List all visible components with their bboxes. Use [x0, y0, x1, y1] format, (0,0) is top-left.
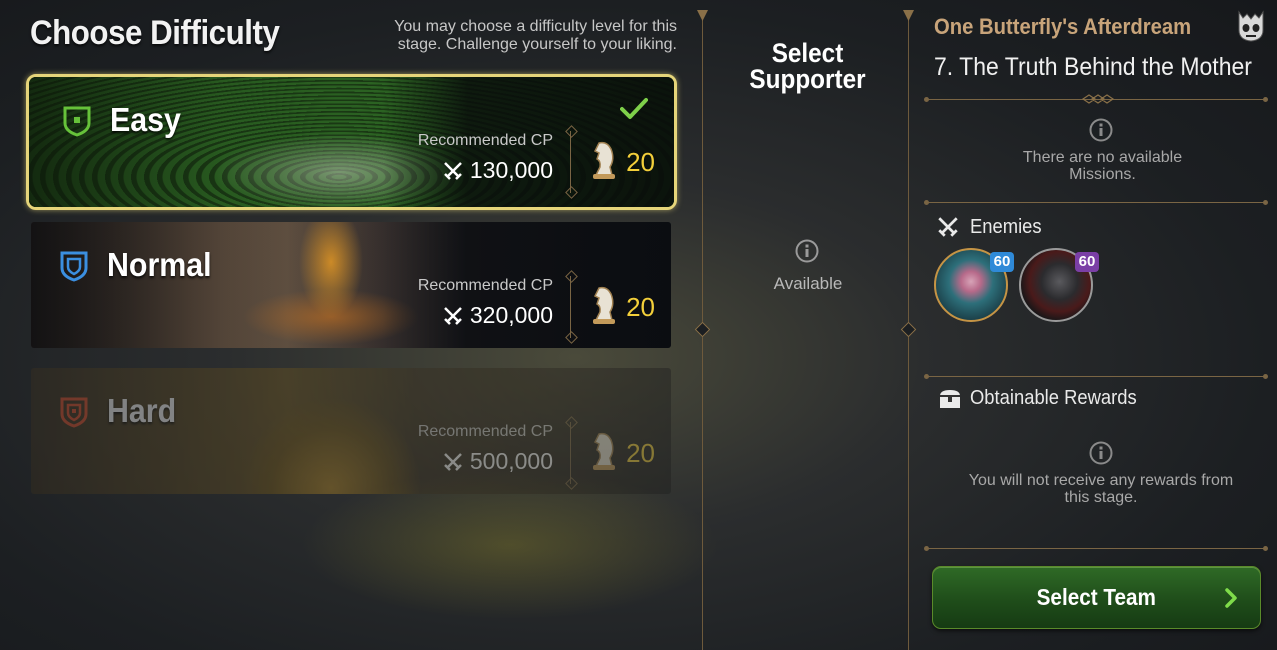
story-title: One Butterfly's Afterdream [934, 14, 1192, 39]
section-divider [924, 94, 1268, 104]
cp-number: 320,000 [469, 302, 553, 328]
skull-icon[interactable] [1233, 8, 1269, 44]
stamina-cost: 20 [626, 147, 655, 177]
select-team-button[interactable]: Select Team [932, 566, 1261, 629]
divider-ornament-icon [1081, 94, 1115, 104]
rewards-label: Obtainable Rewards [970, 387, 1137, 409]
section-divider [924, 546, 1268, 551]
chevron-right-icon [1225, 588, 1237, 608]
info-icon [795, 239, 819, 263]
crossed-swords-icon [443, 306, 462, 325]
page-title: Choose Difficulty [30, 14, 280, 52]
separator-cap-icon [697, 10, 708, 21]
recommended-cp-label: Recommended CP [417, 132, 553, 149]
recommended-cp-label: Recommended CP [417, 423, 553, 440]
recommended-cp-value: 500,000 [442, 448, 553, 475]
chess-knight-stamina-icon [593, 286, 615, 324]
stamina-cost: 20 [626, 292, 655, 322]
missions-empty-text: There are no available Missions. [1022, 149, 1183, 183]
card-background-gears [31, 368, 671, 494]
page-subtitle: You may choose a difficulty level for th… [394, 18, 677, 53]
difficulty-name: Easy [110, 101, 181, 138]
divider [570, 276, 571, 338]
divider [570, 422, 571, 484]
enemies-header: Enemies [936, 215, 1048, 239]
checkmark-icon [620, 98, 648, 119]
shield-easy-icon [63, 106, 91, 137]
difficulty-name: Normal [107, 246, 212, 283]
separator-cap-icon [903, 10, 914, 21]
stage-title: 7. The Truth Behind the Mother [934, 53, 1252, 81]
crossed-swords-icon [938, 217, 958, 237]
info-icon [1089, 441, 1113, 465]
select-supporter-title[interactable]: Select Supporter [742, 40, 873, 93]
enemy-portrait[interactable]: 60 [1019, 248, 1099, 322]
rewards-header: Obtainable Rewards [938, 387, 1151, 410]
enemy-level-badge: 60 [990, 252, 1014, 272]
rewards-empty-text: You will not receive any rewards from th… [968, 472, 1234, 506]
treasure-chest-icon [940, 389, 960, 408]
separator-diamond [694, 321, 711, 338]
divider [570, 131, 571, 193]
recommended-cp-label: Recommended CP [417, 277, 553, 294]
difficulty-card-easy[interactable]: Easy Recommended CP 130,000 20 [26, 74, 677, 210]
crossed-swords-icon [443, 161, 462, 180]
enemies-label: Enemies [970, 215, 1042, 238]
crossed-swords-icon [443, 452, 462, 471]
chess-knight-stamina-icon [593, 432, 615, 470]
recommended-cp-value: 320,000 [442, 302, 553, 329]
separator-diamond [900, 321, 917, 338]
enemy-portrait[interactable]: 60 [934, 248, 1014, 322]
select-team-label: Select Team [1036, 584, 1157, 610]
column-separator-right [900, 10, 917, 650]
cp-number: 130,000 [469, 157, 553, 183]
difficulty-name: Hard [107, 392, 177, 429]
difficulty-card-hard[interactable]: Hard Recommended CP 500,000 20 [31, 368, 671, 494]
difficulty-card-normal[interactable]: Normal Recommended CP 320,000 20 [31, 222, 671, 348]
supporter-status: Available [773, 274, 843, 293]
section-divider [924, 374, 1268, 379]
cp-number: 500,000 [469, 448, 553, 474]
section-divider [924, 200, 1268, 205]
chess-knight-stamina-icon [593, 141, 615, 179]
stamina-cost: 20 [626, 438, 655, 468]
column-separator-left [694, 10, 711, 650]
shield-hard-icon [60, 397, 88, 428]
card-background-garden [29, 77, 674, 207]
card-background-temple [31, 222, 671, 348]
shield-normal-icon [60, 251, 88, 282]
info-icon [1089, 118, 1113, 142]
recommended-cp-value: 130,000 [442, 157, 553, 184]
enemy-level-badge: 60 [1075, 252, 1099, 272]
